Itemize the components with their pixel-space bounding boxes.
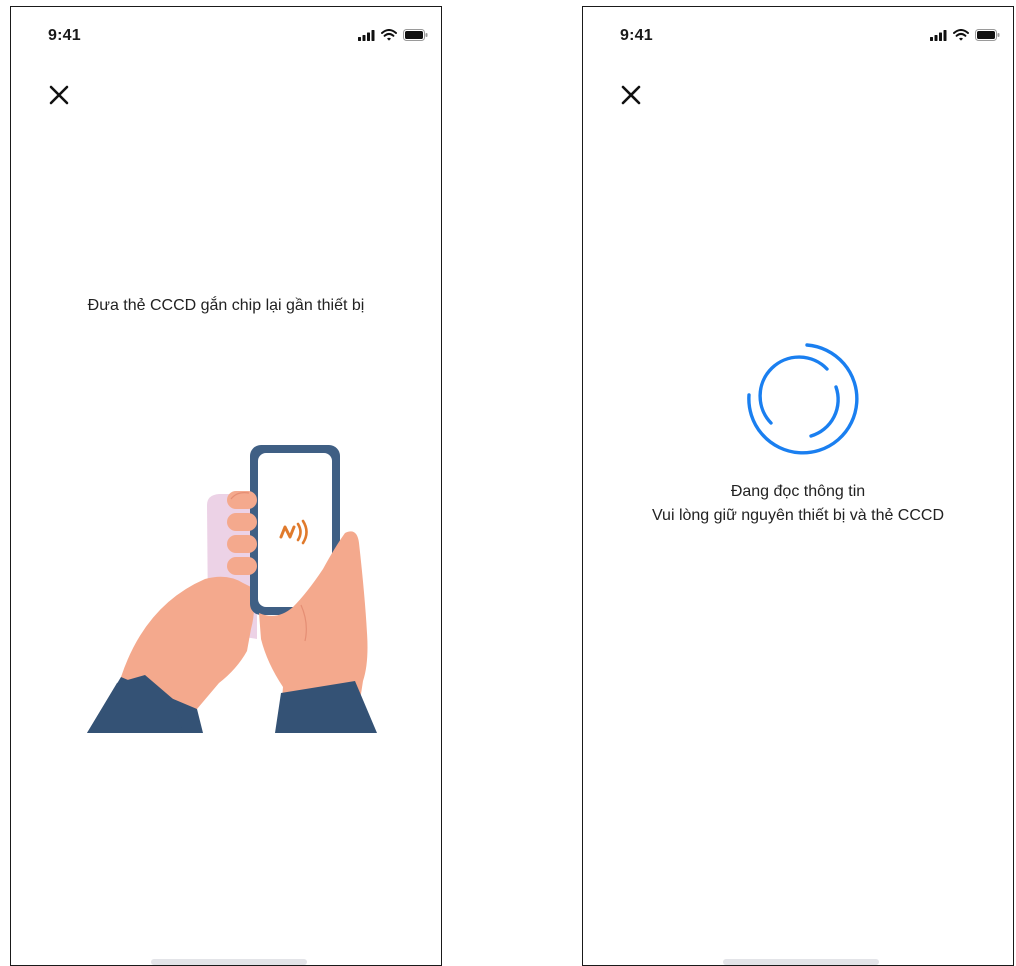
battery-icon xyxy=(403,29,428,41)
close-icon[interactable] xyxy=(617,81,645,109)
home-indicator xyxy=(151,959,307,965)
instruction-text: Đưa thẻ CCCD gắn chip lại gần thiết bị xyxy=(87,297,365,314)
cellular-signal-icon xyxy=(358,29,375,41)
battery-icon xyxy=(975,29,1000,41)
status-bar: 9:41 xyxy=(11,7,441,63)
close-icon[interactable] xyxy=(45,81,73,109)
status-icons xyxy=(358,29,428,41)
home-indicator xyxy=(723,959,879,965)
status-icons xyxy=(930,29,1000,41)
status-time: 9:41 xyxy=(48,27,81,44)
reading-status-subtitle: Vui lòng giữ nguyên thiết bị và thẻ CCCD xyxy=(651,507,945,524)
reading-status-title: Đang đọc thông tin xyxy=(730,483,866,500)
nfc-reading-screen: 9:41 Đang đọc thông tin Vui lòng giữ ngu… xyxy=(582,6,1014,966)
wifi-icon xyxy=(381,29,397,41)
loading-spinner-icon xyxy=(747,343,859,455)
nfc-instruction-screen: 9:41 Đưa thẻ CCCD gắn chip lại gần thiết xyxy=(10,6,442,966)
hand-holding-phone-illustration xyxy=(87,445,377,733)
cellular-signal-icon xyxy=(930,29,947,41)
wifi-icon xyxy=(953,29,969,41)
status-time: 9:41 xyxy=(620,27,653,44)
status-bar: 9:41 xyxy=(583,7,1013,63)
